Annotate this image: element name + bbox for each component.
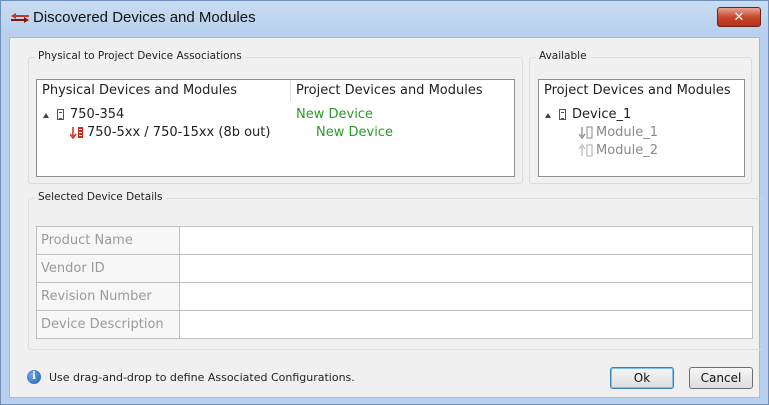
available-panel[interactable]: Project Devices and Modules Device_1 Mod… [538, 79, 745, 177]
detail-label: Product Name [36, 226, 180, 255]
col-header-project[interactable]: Project Devices and Modules [291, 80, 515, 102]
detail-label: Vendor ID [36, 254, 180, 283]
available-device-name: Device_1 [572, 107, 632, 122]
available-module-name: Module_1 [596, 125, 659, 140]
col-header-available[interactable]: Project Devices and Modules [539, 80, 745, 102]
app-arrows-icon [11, 13, 29, 23]
detail-label: Revision Number [36, 282, 180, 311]
detail-row: Product Name [36, 226, 753, 255]
available-module-name: Module_2 [596, 143, 659, 158]
project-device-name: New Device [296, 107, 373, 122]
available-module-row[interactable]: Module_1 [539, 125, 745, 143]
available-device-row[interactable]: Device_1 [539, 107, 745, 125]
detail-row: Device Description [36, 310, 753, 339]
available-module-row[interactable]: Module_2 [539, 143, 745, 161]
device-icon [559, 109, 566, 120]
dialog-window: Discovered Devices and Modules ✕ Physica… [0, 0, 769, 405]
module-in-icon [579, 144, 593, 157]
physical-module-name: 750-5xx / 750-15xx (8b out) [87, 125, 271, 140]
expand-icon[interactable] [43, 113, 49, 118]
device-icon [57, 109, 64, 120]
project-module-name: New Device [316, 125, 393, 140]
expand-icon[interactable] [545, 113, 551, 118]
module-out-icon [579, 126, 593, 140]
product-name-value[interactable] [179, 226, 753, 255]
close-button[interactable]: ✕ [717, 7, 761, 27]
revision-number-value[interactable] [179, 282, 753, 311]
details-group-title: Selected Device Details [35, 191, 167, 203]
window-title: Discovered Devices and Modules [33, 9, 256, 26]
module-out-icon [70, 127, 83, 140]
association-row[interactable]: 750-5xx / 750-15xx (8b out) New Device [37, 125, 515, 143]
detail-label: Device Description [36, 310, 180, 339]
detail-row: Revision Number [36, 282, 753, 311]
association-row[interactable]: 750-354 New Device [37, 107, 515, 125]
close-icon: ✕ [733, 9, 745, 25]
dialog-body: Physical to Project Device Associations … [9, 37, 763, 398]
footer-hint-text: Use drag-and-drop to define Associated C… [49, 370, 355, 384]
physical-device-name: 750-354 [70, 107, 125, 122]
device-description-value[interactable] [179, 310, 753, 339]
ok-button[interactable]: Ok [610, 367, 674, 389]
details-table: Product Name Vendor ID Revision Number D… [36, 226, 753, 339]
footer-hint: i Use drag-and-drop to define Associated… [27, 370, 355, 384]
vendor-id-value[interactable] [179, 254, 753, 283]
col-header-physical[interactable]: Physical Devices and Modules [37, 80, 290, 102]
info-icon: i [27, 370, 41, 384]
cancel-button[interactable]: Cancel [689, 367, 753, 389]
associations-panel[interactable]: Physical Devices and Modules Project Dev… [36, 79, 515, 177]
associations-group-title: Physical to Project Device Associations [35, 50, 246, 62]
detail-row: Vendor ID [36, 254, 753, 283]
available-group-title: Available [536, 50, 591, 62]
title-bar[interactable]: Discovered Devices and Modules ✕ [1, 1, 768, 35]
